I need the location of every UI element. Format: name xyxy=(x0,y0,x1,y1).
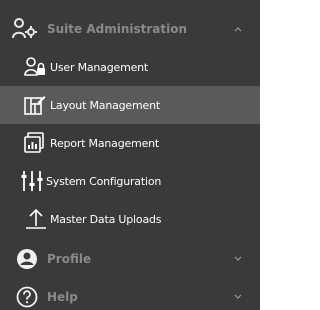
sliders-icon xyxy=(20,169,44,193)
user-circle-icon xyxy=(14,247,40,271)
menu-item-user-management[interactable]: User Management xyxy=(0,48,260,86)
page-background-edge xyxy=(260,0,271,310)
report-chart-icon xyxy=(23,131,47,155)
question-circle-icon xyxy=(14,285,40,309)
chevron-down-icon xyxy=(232,253,244,265)
user-lock-icon xyxy=(23,55,47,79)
section-header-help[interactable]: Help xyxy=(0,278,260,310)
menu-item-system-configuration[interactable]: System Configuration xyxy=(0,162,260,200)
menu-item-label: Master Data Uploads xyxy=(50,212,162,226)
menu-item-layout-management[interactable]: Layout Management xyxy=(0,86,260,124)
menu-item-label: System Configuration xyxy=(46,174,162,188)
user-gear-icon xyxy=(12,17,38,41)
menu-item-label: Layout Management xyxy=(50,98,160,112)
section-label-profile: Profile xyxy=(47,252,92,266)
chevron-up-icon xyxy=(232,23,244,35)
sidebar-nav: Suite Administration User Management Lay… xyxy=(0,0,260,310)
menu-item-master-data-uploads[interactable]: Master Data Uploads xyxy=(0,200,260,238)
menu-item-report-management[interactable]: Report Management xyxy=(0,124,260,162)
layout-edit-icon xyxy=(23,93,47,117)
upload-arrow-icon xyxy=(24,207,48,231)
section-label-suite-administration: Suite Administration xyxy=(47,22,188,36)
menu-item-label: User Management xyxy=(50,60,149,74)
section-header-profile[interactable]: Profile xyxy=(0,240,260,278)
section-header-suite-administration[interactable]: Suite Administration xyxy=(0,10,260,48)
chevron-down-icon xyxy=(232,291,244,303)
menu-item-label: Report Management xyxy=(50,136,160,150)
section-label-help: Help xyxy=(47,290,78,304)
